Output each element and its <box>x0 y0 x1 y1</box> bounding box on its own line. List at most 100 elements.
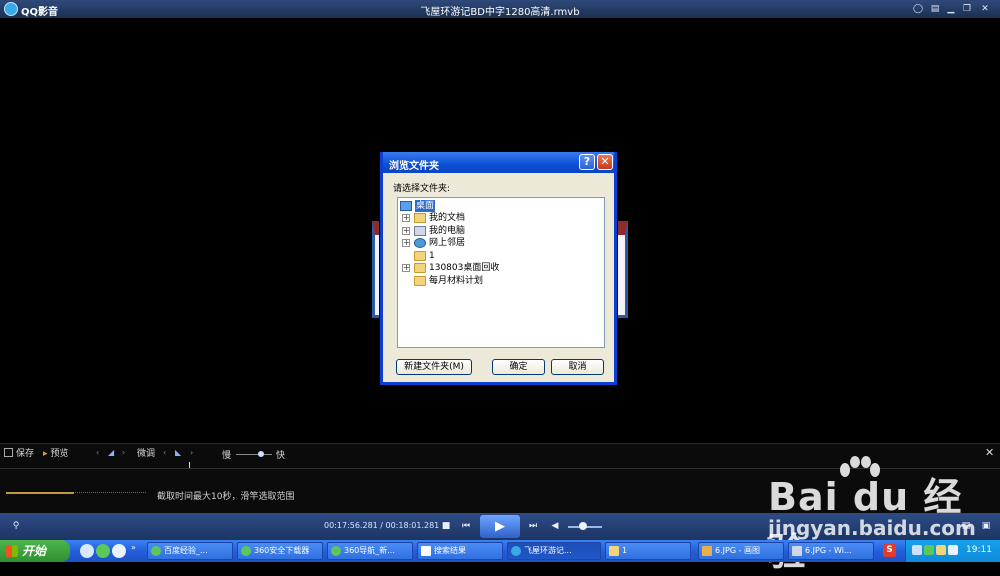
volume-tray-icon[interactable] <box>948 545 958 555</box>
range-marker[interactable] <box>189 462 190 468</box>
ok-button[interactable]: 确定 <box>492 359 545 375</box>
expand-icon[interactable]: + <box>402 227 410 235</box>
task-search-results[interactable]: 搜索结果 <box>417 542 503 560</box>
task-paint[interactable]: 6.JPG - 画图 <box>698 542 784 560</box>
expand-icon[interactable]: + <box>402 239 410 247</box>
new-folder-button[interactable]: 新建文件夹(M) <box>396 359 472 375</box>
fast-label: 快 <box>276 451 286 461</box>
quicklaunch-360-icon[interactable] <box>96 544 110 558</box>
folder-icon <box>414 251 426 261</box>
tree-item-label: 我的文档 <box>429 213 466 223</box>
speed-slider-knob[interactable] <box>258 451 264 457</box>
task-label: 6.JPG - 画图 <box>715 546 760 555</box>
chat-icon[interactable]: ◯ <box>912 3 924 15</box>
network-icon <box>414 238 426 248</box>
network-tray-icon[interactable] <box>912 545 922 555</box>
dialog-close-button[interactable]: ✕ <box>597 154 613 170</box>
computer-icon <box>414 226 426 236</box>
qq-player-icon <box>511 546 521 556</box>
slow-label: 慢 <box>222 451 232 461</box>
range-slider-fill[interactable] <box>6 492 74 494</box>
task-360-downloader[interactable]: 360安全下载器 <box>237 542 323 560</box>
minimize-icon[interactable]: ▁ <box>945 3 957 15</box>
preview-button[interactable]: ▸ 预览 <box>43 447 69 461</box>
windows-logo-icon <box>6 545 18 557</box>
cancel-button[interactable]: 取消 <box>551 359 604 375</box>
step-forward-icon[interactable]: › <box>122 448 125 457</box>
current-time: 00:17:56.281 <box>324 521 378 530</box>
baidu-paw-icon <box>840 456 880 477</box>
documents-icon <box>414 213 426 223</box>
capture-hint: 截取时间最大10秒，滑竿选取范围 <box>157 492 295 502</box>
time-display: 00:17:56.281 / 00:18:01.281 <box>324 521 439 530</box>
task-label: 飞屋环游记... <box>524 546 572 555</box>
window-title: 飞屋环游记BD中字1280高清.rmvb <box>420 7 580 18</box>
folder-tree[interactable]: 桌面 + 我的文档 + 我的电脑 + 网上邻居 1 + 130803桌面回收 每… <box>397 197 605 348</box>
image-viewer-icon <box>792 546 802 556</box>
task-label: 6.JPG - Wi... <box>805 546 852 555</box>
menu-icon[interactable]: ▤ <box>929 3 941 15</box>
save-label: 保存 <box>16 449 35 459</box>
step-back-icon[interactable]: ‹ <box>96 448 99 457</box>
total-time: 00:18:01.281 <box>385 521 440 530</box>
tools-icon[interactable]: ⚲ <box>10 520 22 532</box>
tree-item-label: 我的电脑 <box>429 226 466 236</box>
shield-tray-icon[interactable] <box>936 545 946 555</box>
dialog-title: 浏览文件夹 <box>389 161 439 172</box>
task-baidu-jingyan[interactable]: 百度经验_... <box>147 542 233 560</box>
clock: 19:11 <box>966 545 992 555</box>
help-button[interactable]: ? <box>579 154 595 170</box>
desktop-icon <box>400 201 412 211</box>
speed-slider[interactable] <box>236 454 272 455</box>
task-label: 1 <box>622 546 628 555</box>
browser-icon <box>331 546 341 556</box>
task-label: 搜索结果 <box>434 546 466 555</box>
browser-icon <box>151 546 161 556</box>
fine-forward-icon[interactable]: › <box>190 448 193 457</box>
task-label: 360导航_新... <box>344 546 395 555</box>
sogou-input-icon[interactable]: S <box>883 544 896 557</box>
volume-slider-knob[interactable] <box>579 522 588 530</box>
capture-close-button[interactable]: ✕ <box>985 446 994 459</box>
folder-icon <box>609 546 619 556</box>
volume-icon[interactable]: ◀ <box>549 520 561 532</box>
preview-label: 预览 <box>50 449 69 459</box>
save-icon <box>4 448 13 457</box>
task-label: 360安全下载器 <box>254 546 310 555</box>
previous-icon[interactable]: ⏮ <box>460 520 472 532</box>
time-separator: / <box>377 521 386 530</box>
quicklaunch-more-icon[interactable]: » <box>131 543 136 552</box>
expand-icon[interactable]: + <box>402 214 410 222</box>
task-image-viewer[interactable]: 6.JPG - Wi... <box>788 542 874 560</box>
task-folder-1[interactable]: 1 <box>605 542 691 560</box>
title-bar: QQ影音 飞屋环游记BD中字1280高清.rmvb ◯ ▤ ▁ ❐ ✕ <box>0 0 1000 18</box>
security-tray-icon[interactable] <box>924 545 934 555</box>
quicklaunch-ie-icon[interactable] <box>112 544 126 558</box>
dialog-title-bar[interactable]: 浏览文件夹 ? ✕ <box>383 152 614 173</box>
task-360-nav[interactable]: 360导航_新... <box>327 542 413 560</box>
tree-item-label: 桌面 <box>415 200 436 212</box>
downloader-icon <box>241 546 251 556</box>
browse-folder-dialog: 浏览文件夹 ? ✕ 请选择文件夹: 桌面 + 我的文档 + 我的电脑 + 网上邻… <box>380 152 617 385</box>
tree-item-label: 130803桌面回收 <box>429 263 500 273</box>
paint-icon <box>702 546 712 556</box>
fine-tune-label: 微调 <box>137 449 156 459</box>
save-button[interactable]: 保存 <box>4 447 34 461</box>
end-marker-icon[interactable]: ◣ <box>175 448 181 457</box>
next-icon[interactable]: ⏭ <box>527 520 539 532</box>
stop-icon[interactable]: ■ <box>440 520 452 532</box>
play-button[interactable]: ▶ <box>480 515 520 538</box>
folder-icon <box>414 263 426 273</box>
start-marker-icon[interactable]: ◢ <box>108 448 114 457</box>
task-qq-player[interactable]: 飞屋环游记... <box>507 542 601 560</box>
start-button[interactable]: 开始 <box>0 540 70 562</box>
close-icon[interactable]: ✕ <box>979 3 991 15</box>
expand-icon[interactable]: + <box>402 264 410 272</box>
start-label: 开始 <box>22 544 47 558</box>
fine-back-icon[interactable]: ‹ <box>163 448 166 457</box>
tree-item-label: 1 <box>429 251 435 261</box>
task-label: 百度经验_... <box>164 546 208 555</box>
quicklaunch-desktop-icon[interactable] <box>80 544 94 558</box>
dialog-prompt: 请选择文件夹: <box>393 184 451 194</box>
restore-icon[interactable]: ❐ <box>961 3 973 15</box>
